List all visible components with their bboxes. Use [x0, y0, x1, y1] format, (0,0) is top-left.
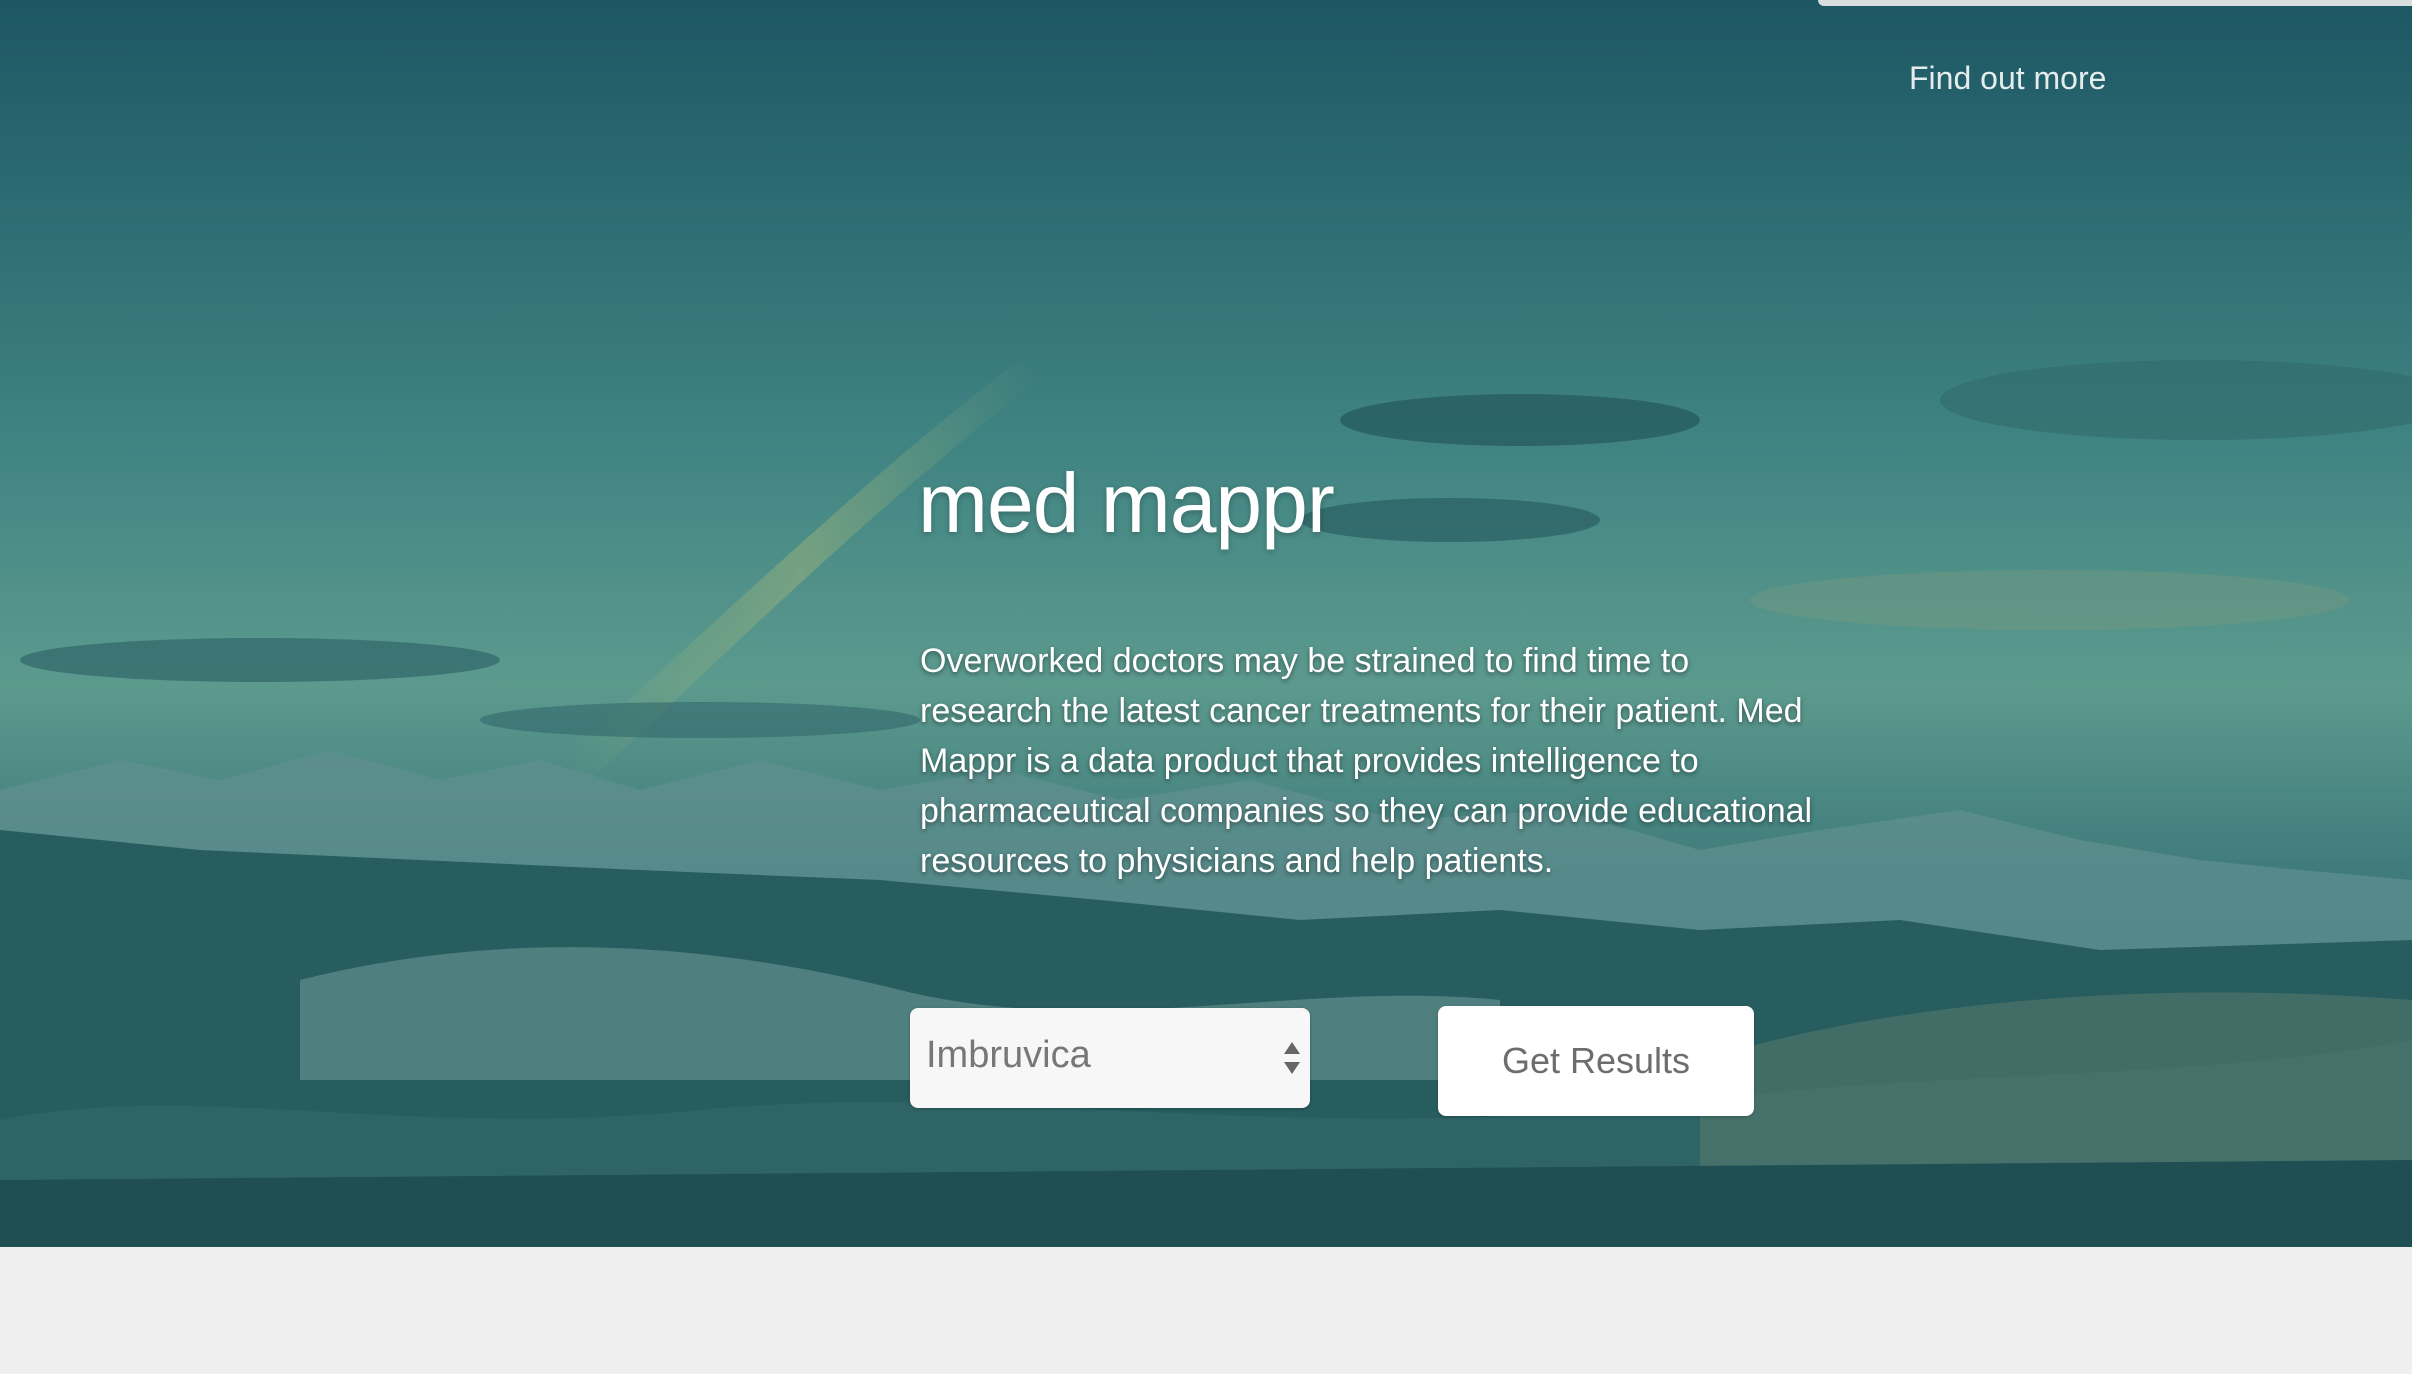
footer-area: [0, 1247, 2412, 1374]
intro-paragraph: Overworked doctors may be strained to fi…: [920, 642, 1813, 880]
top-tab-strip: [1818, 0, 2412, 6]
select-arrows-icon: [1284, 1042, 1300, 1074]
get-results-button[interactable]: Get Results: [1438, 1006, 1754, 1116]
drug-select[interactable]: Imbruvica: [910, 1008, 1310, 1108]
page-title: med mappr: [918, 456, 1335, 550]
hero-section: Find out more med mappr Overworked docto…: [0, 0, 2412, 1247]
find-out-more-link[interactable]: Find out more: [1909, 60, 2106, 97]
drug-select-value: Imbruvica: [926, 1034, 1091, 1076]
